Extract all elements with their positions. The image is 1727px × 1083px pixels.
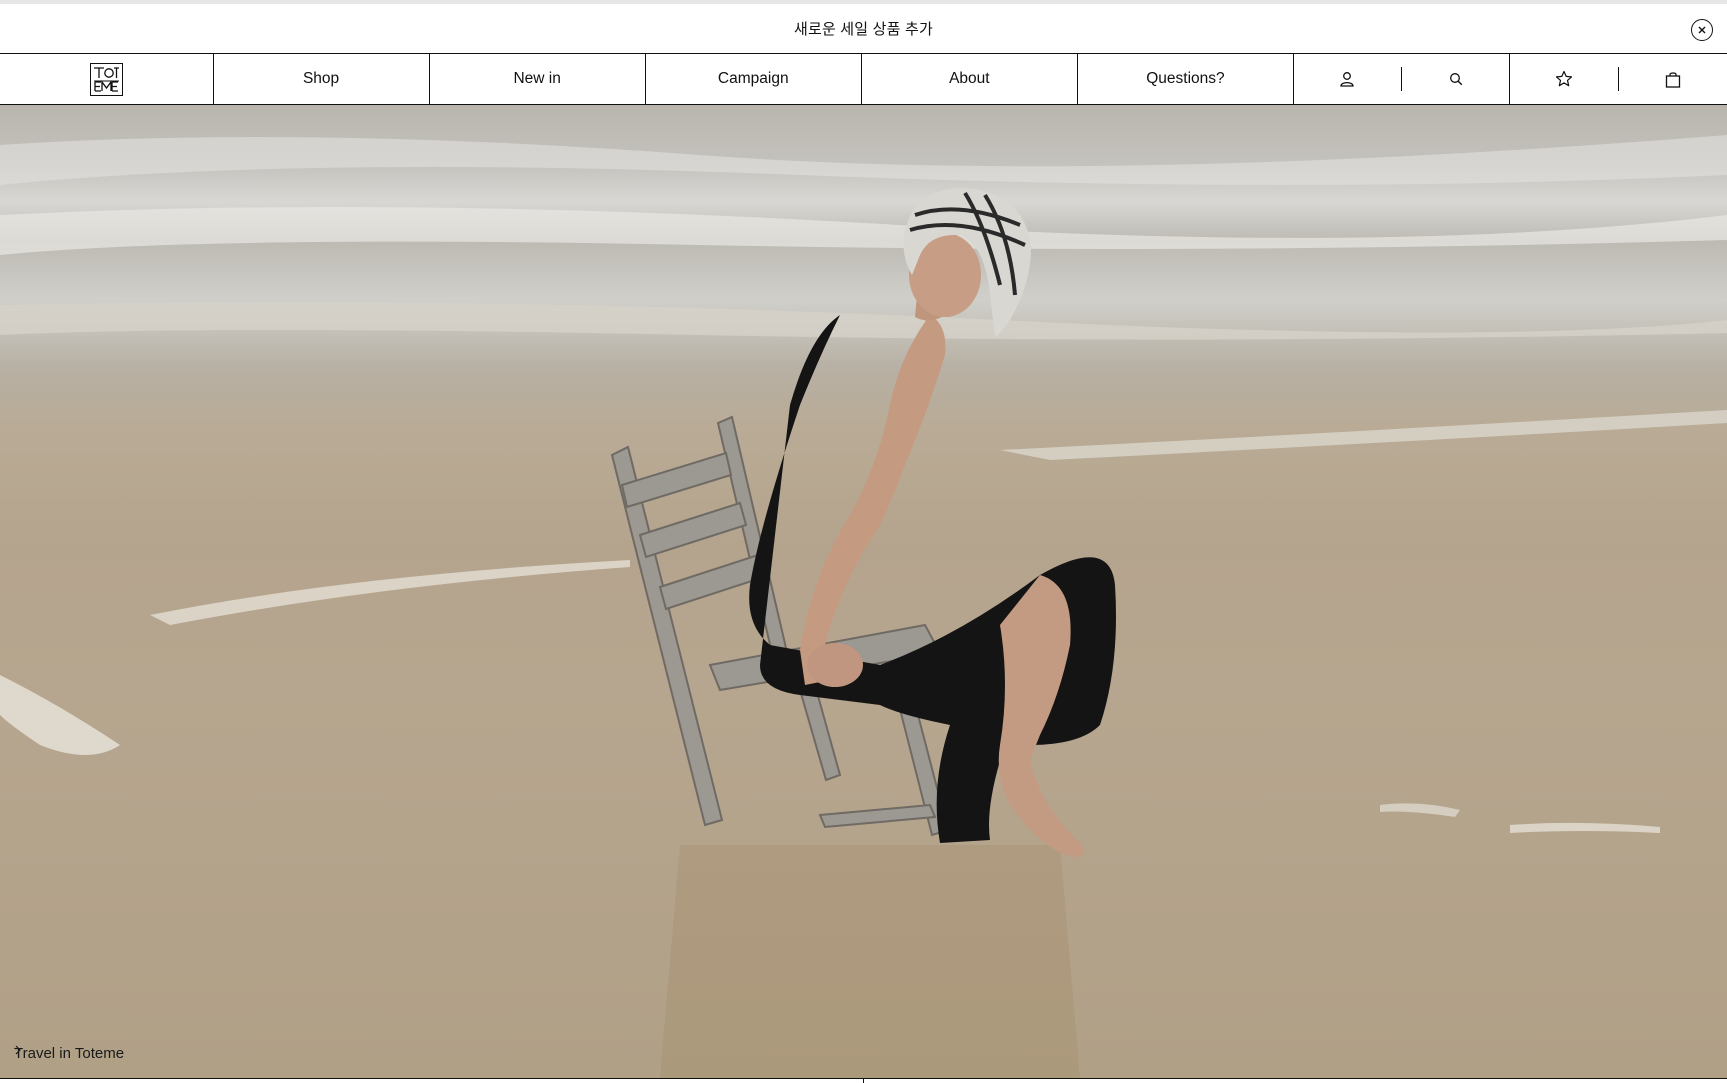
- close-icon[interactable]: [1691, 19, 1713, 41]
- main-nav: Shop New in Campaign About Questions?: [0, 53, 1727, 105]
- shopping-bag-icon: [1666, 71, 1681, 88]
- account-button[interactable]: [1294, 54, 1401, 104]
- bottom-divider: [0, 1078, 1727, 1083]
- nav-link-questions[interactable]: Questions?: [1078, 54, 1294, 104]
- caption-text: Travel in Toteme: [14, 1045, 125, 1062]
- wishlist-star-icon: [1556, 70, 1573, 87]
- nav-link-new-in[interactable]: New in: [430, 54, 646, 104]
- hero-image: [0, 135, 1727, 1078]
- totem-logo: [89, 62, 123, 96]
- campaign-caption-link[interactable]: Travel in Toteme: [14, 1045, 124, 1062]
- chevron-right-icon: [15, 1045, 21, 1055]
- logo-link[interactable]: [0, 54, 214, 104]
- account-icon: [1340, 72, 1355, 87]
- announcement-bar: 새로운 세일 상품 추가: [0, 0, 1727, 53]
- wishlist-bag-group: [1510, 54, 1727, 104]
- search-icon: [1450, 73, 1463, 86]
- wishlist-button[interactable]: [1510, 54, 1618, 104]
- nav-link-campaign[interactable]: Campaign: [646, 54, 862, 104]
- hero-banner[interactable]: Travel in Toteme: [0, 105, 1727, 1078]
- bag-button[interactable]: [1619, 54, 1727, 104]
- nav-link-shop[interactable]: Shop: [214, 54, 430, 104]
- search-button[interactable]: [1402, 54, 1509, 104]
- announcement-text: 새로운 세일 상품 추가: [793, 21, 934, 38]
- bottom-divider-tick: [863, 1079, 864, 1083]
- nav-link-about[interactable]: About: [862, 54, 1078, 104]
- account-search-group: [1294, 54, 1511, 104]
